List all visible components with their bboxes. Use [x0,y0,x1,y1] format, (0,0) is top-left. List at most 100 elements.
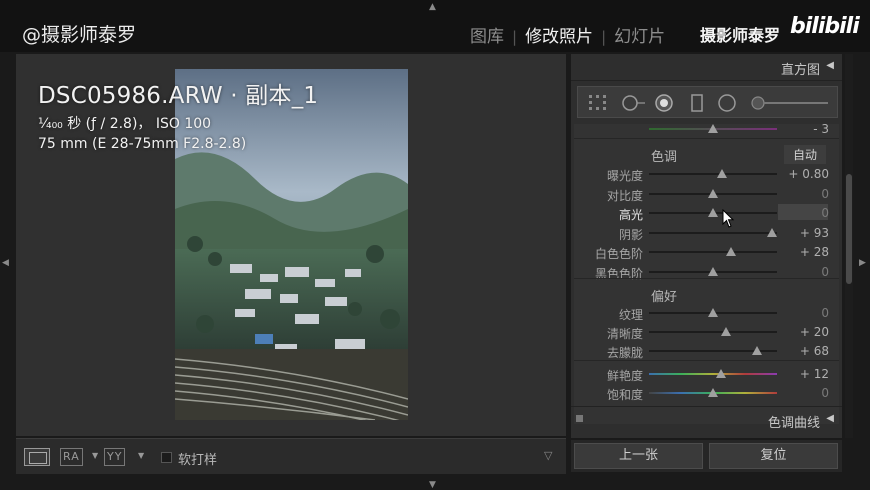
module-nav: 图库 | 修改照片 | 幻灯片 [470,22,665,47]
slider-knob[interactable] [716,169,727,178]
slider-knob[interactable] [708,188,718,198]
slider-knob[interactable] [725,247,736,256]
panel-scrollbar[interactable] [845,54,853,438]
reset-button[interactable]: 复位 [709,443,838,469]
graduated-filter-tool-icon[interactable] [690,94,704,112]
partial-slider-track[interactable] [649,124,777,133]
slider-knob[interactable] [751,346,762,355]
toolbar-menu-chevron-icon[interactable]: ▽ [544,449,552,462]
slider-track[interactable] [649,266,777,276]
loupe-view-button[interactable] [24,448,50,466]
module-separator: | [512,28,518,46]
panel-switch-icon[interactable] [576,415,583,422]
bilibili-logo: bilibili [790,14,860,39]
before-after-left-button[interactable]: RA [60,448,83,466]
slider-value: + 0.80 [788,167,829,181]
slider-value: + 93 [799,225,829,240]
adjustment-brush-tool-icon[interactable] [750,94,830,112]
histogram-header[interactable]: 直方图 ◀ [571,54,842,81]
divider [574,360,839,361]
slider-track[interactable] [649,208,777,217]
slider-label: 清晰度 [606,327,643,341]
slider-label: 对比度 [606,188,643,203]
slider-track[interactable] [649,308,777,317]
auto-tone-button[interactable]: 自动 [784,145,827,164]
top-bar: ▲ @摄影师泰罗 图库 | 修改照片 | 幻灯片 摄影师泰罗 bilibili [0,0,870,52]
tool-strip [577,86,838,118]
collapse-triangle-icon[interactable]: ◀ [826,60,834,71]
before-after-right-button[interactable]: YY [104,448,126,466]
partial-slider-value: - 3 [813,122,829,136]
scrollbar-thumb[interactable] [846,174,852,284]
photo-lens-info: 75 mm (E 28-75mm F2.8-2.8) [38,136,247,152]
divider [574,138,839,139]
slider-value: + 12 [799,367,829,381]
slider-row: 高光 0 [574,204,839,222]
slider-knob[interactable] [708,388,718,397]
tone-curve-label: 色调曲线 [767,416,820,431]
watermark-left: @摄影师泰罗 [22,24,137,46]
chevron-down-icon[interactable]: ▼ [138,451,144,460]
slider-value: + 20 [799,325,829,339]
crop-tool-icon[interactable] [588,94,608,112]
slider-label: 去朦胧 [606,346,643,360]
slider-track[interactable] [649,247,777,256]
slider-value: 0 [821,206,829,220]
slider-knob[interactable] [766,227,777,237]
slider-label: 阴影 [618,227,643,242]
collapse-top-arrow-icon[interactable]: ▲ [429,2,436,12]
histogram-label: 直方图 [780,63,820,78]
filmstrip-toggle-icon[interactable]: ▼ [429,480,436,490]
slider-value: + 28 [799,245,829,259]
slider-label: 高光 [618,208,643,222]
soft-proof-checkbox[interactable] [161,452,172,463]
chevron-down-icon[interactable]: ▼ [92,451,98,460]
slider-track[interactable] [649,346,777,355]
slider-row: 曝光度 + 0.80 [574,165,839,183]
slider-knob[interactable] [720,327,731,336]
slider-row: 阴影 + 93 [574,224,839,242]
radial-filter-tool-icon[interactable] [716,94,738,112]
slider-track[interactable] [649,188,777,198]
presence-section-title: 偏好 [651,290,678,305]
left-panel-toggle-icon[interactable]: ◀ [2,258,9,268]
mouse-cursor-icon [722,209,735,228]
slider-knob[interactable] [708,208,718,217]
right-panel-toggle-icon[interactable]: ▶ [859,258,866,268]
slider-row: 去朦胧 + 68 [574,342,839,360]
previous-button[interactable]: 上一张 [574,443,703,469]
slider-value: 0 [821,264,829,279]
soft-proof-label: 软打样 [178,453,218,468]
slider-track[interactable] [649,327,777,336]
slider-track[interactable] [649,388,777,397]
photo-exposure-info: ¹⁄₄₀₀ 秒 (ƒ / 2.8)， ISO 100 [38,116,212,132]
module-slideshow[interactable]: 幻灯片 [614,22,665,47]
slider-row: 清晰度 + 20 [574,323,839,341]
slider-track[interactable] [649,227,777,237]
photo-filename: DSC05986.ARW · 副本_1 [38,83,319,109]
slider-knob[interactable] [708,308,718,317]
slider-track[interactable] [649,169,777,178]
module-develop[interactable]: 修改照片 [525,22,593,47]
slider-knob[interactable] [715,369,726,378]
image-viewer: DSC05986.ARW · 副本_1 ¹⁄₄₀₀ 秒 (ƒ / 2.8)， I… [16,54,566,436]
slider-value: + 68 [799,344,829,358]
module-library[interactable]: 图库 [470,22,504,47]
slider-value: 0 [821,306,829,320]
red-eye-tool-icon[interactable] [654,94,674,112]
partial-slider-knob[interactable] [708,124,718,133]
slider-knob[interactable] [708,266,718,276]
viewer-toolbar: RA ▼ YY ▼ 软打样 ▽ [16,438,566,474]
slider-row: 饱和度 0 [574,384,839,402]
tone-section-title: 色调 [651,150,678,165]
divider [574,278,839,279]
slider-row: 对比度 0 [574,185,839,203]
collapse-triangle-icon[interactable]: ◀ [826,413,834,424]
slider-label: 饱和度 [606,388,643,402]
spot-removal-tool-icon[interactable] [620,94,646,112]
slider-value: 0 [821,186,829,201]
basic-panel: - 3 色调 自动 曝光度 + 0.80 对比度 0 高光 0 阴影 + 93 白色色阶 + 28… [574,122,839,424]
tone-curve-header[interactable]: 色调曲线 ◀ [571,406,842,434]
slider-track[interactable] [649,369,777,378]
slider-label: 鲜艳度 [606,369,643,383]
